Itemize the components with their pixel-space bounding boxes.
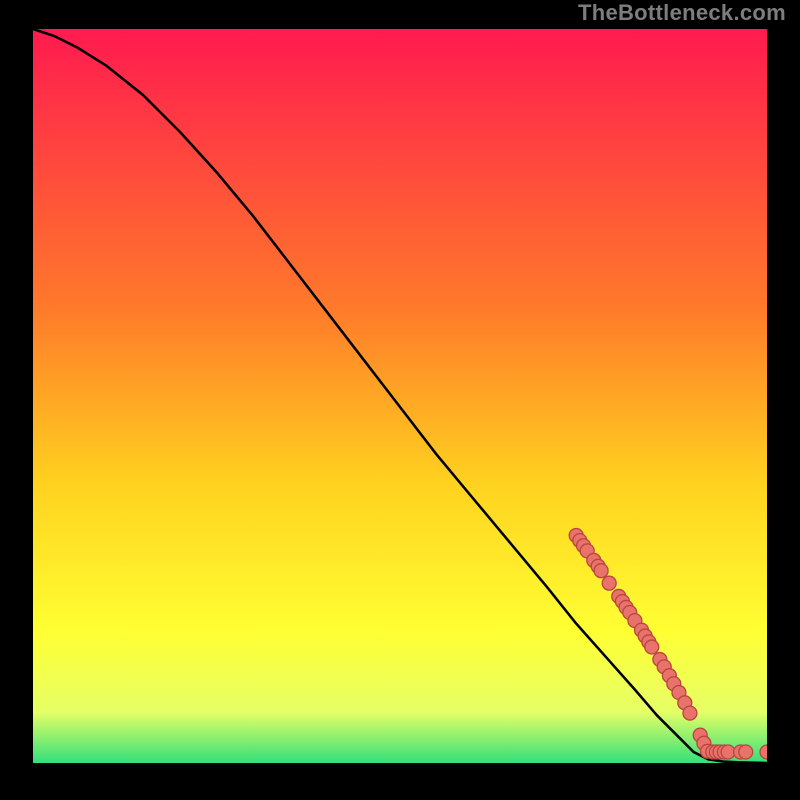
data-markers [569,528,767,758]
data-marker [683,706,697,720]
data-marker [760,745,767,759]
data-marker [594,564,608,578]
curve-layer [33,29,767,763]
data-marker [645,640,659,654]
data-marker [602,576,616,590]
watermark-text: TheBottleneck.com [578,0,786,26]
data-marker [739,745,753,759]
chart-container: TheBottleneck.com [0,0,800,800]
plot-area [30,26,770,766]
